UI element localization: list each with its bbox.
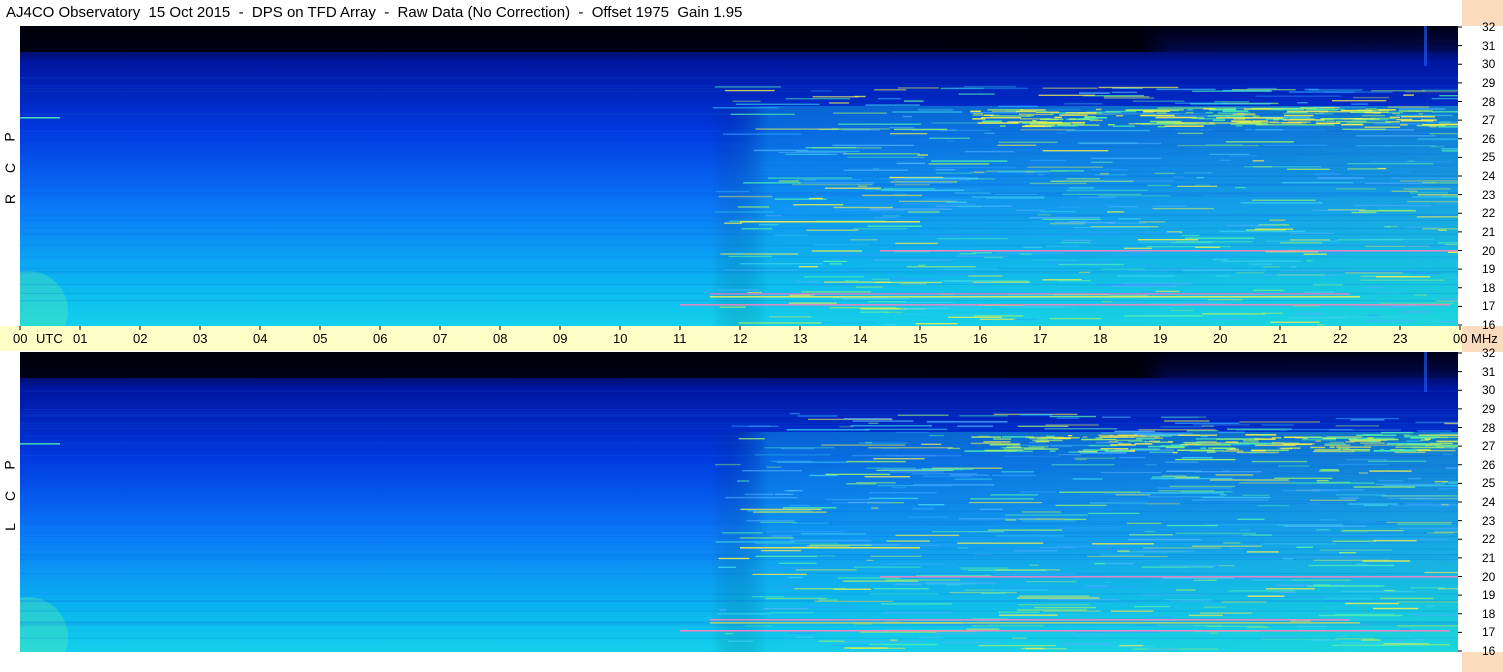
frequency-tick-label: 21 (1482, 224, 1496, 239)
lcp-frequency-axis: 16 17 18 19 20 21 22 23 24 25 26 27 28 29 30 31 32 (1458, 346, 1503, 658)
spectrogram-image (20, 26, 1458, 326)
spectrogram-image (20, 352, 1458, 652)
frequency-tick-label: 19 (1482, 588, 1496, 603)
frequency-tick-label: 29 (1482, 75, 1496, 90)
frequency-tick-label: 32 (1482, 20, 1496, 34)
lcp-spectrogram (20, 352, 1458, 652)
frequency-tick-label: 27 (1482, 439, 1496, 454)
polarization-letter: L (1, 523, 18, 531)
rcp-spectrogram (20, 26, 1458, 326)
polarization-letter: C (2, 162, 18, 174)
frequency-tick-label: 29 (1482, 401, 1496, 416)
frequency-tick-label: 24 (1482, 169, 1496, 183)
time-tick-marks (19, 326, 1461, 330)
time-axis-band: 00 01 02 03 04 05 06 07 08 09 10 11 12 13 14 15 16 17 18 19… (0, 326, 1498, 351)
rcp-frequency-axis: 16 17 18 19 20 21 22 23 24 25 26 27 28 29 30 31 32 (1458, 20, 1503, 332)
frequency-tick-label: 23 (1482, 513, 1496, 528)
frequency-tick-label: 24 (1482, 495, 1496, 509)
frequency-tick-label: 27 (1482, 113, 1496, 128)
frequency-tick-label: 20 (1482, 569, 1496, 584)
lcp-label: P C L (2, 458, 18, 534)
frequency-tick-label: 22 (1482, 206, 1496, 221)
frequency-tick-label: 26 (1482, 131, 1496, 146)
frequency-tick-label: 20 (1482, 243, 1496, 258)
frequency-tick-label: 31 (1482, 364, 1496, 379)
frequency-tick-label: 30 (1482, 383, 1496, 398)
polarization-letter: P (2, 132, 18, 142)
rcp-label: P C R (2, 130, 18, 206)
frequency-tick-label: 19 (1482, 262, 1496, 277)
frequency-tick-label: 16 (1482, 318, 1496, 332)
frequency-tick-label: 28 (1482, 94, 1496, 109)
frequency-tick-label: 25 (1482, 476, 1496, 491)
frequency-tick-label: 17 (1482, 625, 1496, 640)
frequency-tick-label: 18 (1482, 606, 1496, 621)
polarization-letter: C (2, 490, 18, 502)
frequency-tick-label: 30 (1482, 57, 1496, 72)
frequency-ticks (1458, 26, 1462, 326)
frequency-tick-label: 26 (1482, 457, 1496, 472)
frequency-tick-label: 23 (1482, 187, 1496, 202)
frequency-tick-label: 32 (1482, 346, 1496, 360)
frequency-tick-label: 25 (1482, 150, 1496, 165)
frequency-tick-label: 17 (1482, 299, 1496, 314)
page-title: AJ4CO Observatory 15 Oct 2015 - DPS on T… (6, 4, 743, 21)
frequency-tick-label: 31 (1482, 38, 1496, 53)
frequency-ticks (1458, 352, 1462, 652)
frequency-unit-label: MHz (1471, 331, 1498, 346)
frequency-tick-label: 22 (1482, 532, 1496, 547)
frequency-tick-label: 16 (1482, 644, 1496, 658)
frequency-tick-label: 28 (1482, 420, 1496, 435)
frequency-tick-label: 18 (1482, 280, 1496, 295)
polarization-letter: R (2, 193, 18, 205)
polarization-letter: P (2, 460, 18, 470)
frequency-tick-label: 21 (1482, 550, 1496, 565)
